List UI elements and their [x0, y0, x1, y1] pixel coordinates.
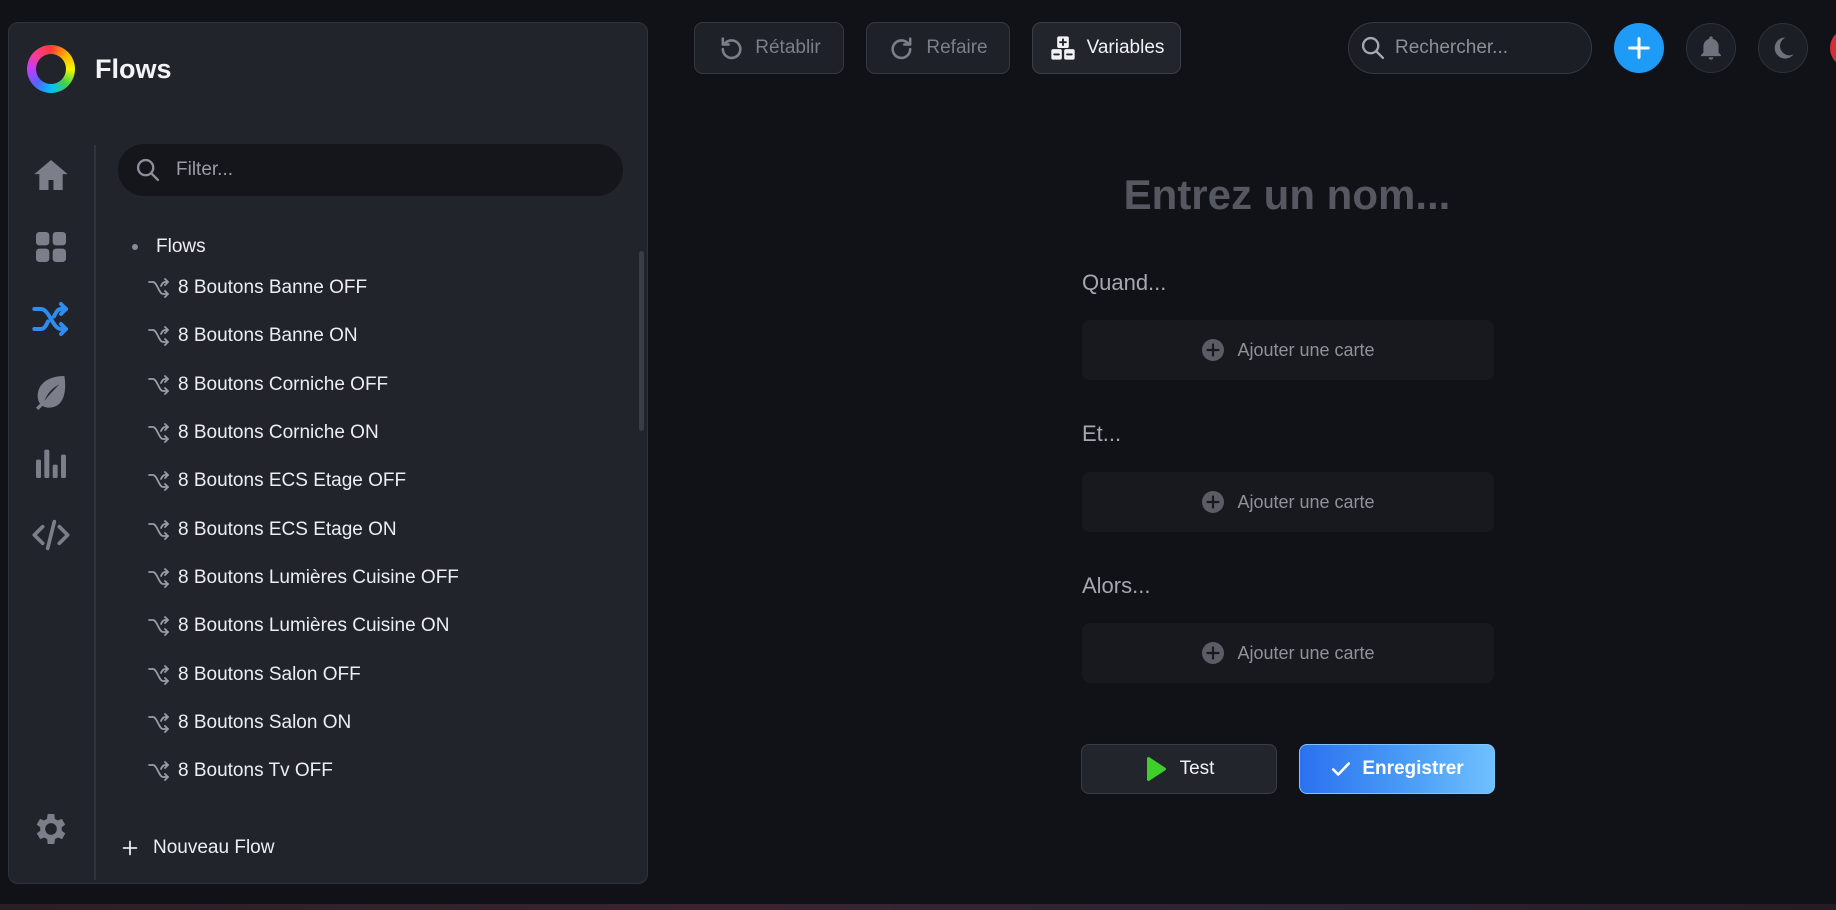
app-logo — [27, 45, 75, 93]
flow-tree: Flows 8 Boutons Banne OFF 8 Boutons Banne… — [120, 230, 620, 795]
flow-list-item[interactable]: 8 Boutons Banne ON — [120, 312, 620, 360]
bell-icon — [1701, 36, 1721, 60]
add-button[interactable] — [1614, 23, 1664, 73]
flow-icon — [148, 471, 169, 492]
bottom-strip — [0, 904, 1836, 910]
flow-icon — [148, 278, 169, 299]
add-when-card-button[interactable]: Ajouter une carte — [1082, 320, 1494, 380]
brand: Flows — [27, 41, 172, 97]
flow-list-item-label: 8 Boutons ECS Etage ON — [178, 518, 397, 540]
rail-divider — [94, 145, 96, 880]
add-card-label: Ajouter une carte — [1237, 642, 1375, 663]
moon-icon — [1774, 37, 1794, 59]
undo-button[interactable]: Rétablir — [694, 22, 844, 74]
avatar[interactable] — [1830, 28, 1836, 68]
new-flow-label: Nouveau Flow — [153, 837, 275, 858]
flow-list-item[interactable]: 8 Boutons ECS Etage ON — [120, 505, 620, 553]
flow-list-item-label: 8 Boutons Salon OFF — [178, 663, 361, 685]
devices-icon[interactable] — [29, 225, 73, 269]
flow-list-item[interactable]: 8 Boutons Banne OFF — [120, 264, 620, 312]
sidebar-panel: Flows Flows 8 Boutons Banne OFF8 Boutons… — [8, 22, 648, 884]
redo-button[interactable]: Refaire — [866, 22, 1010, 74]
insights-icon[interactable] — [29, 441, 73, 485]
flow-icon — [148, 423, 169, 443]
flow-list-item-label: 8 Boutons Banne ON — [178, 325, 358, 347]
flow-list-item-label: 8 Boutons Lumières Cuisine ON — [178, 615, 450, 637]
variables-button[interactable]: Variables — [1032, 22, 1181, 74]
plus-icon — [122, 840, 138, 856]
filter-field[interactable] — [118, 144, 623, 196]
developer-icon[interactable] — [29, 513, 73, 557]
redo-label: Refaire — [926, 37, 988, 58]
energy-icon[interactable] — [29, 369, 73, 413]
tree-root-flows[interactable]: Flows — [120, 230, 620, 264]
bullet-icon — [132, 244, 138, 250]
play-icon — [1146, 756, 1166, 781]
flow-list-item-label: 8 Boutons Corniche ON — [178, 422, 379, 444]
flow-list-item[interactable]: 8 Boutons Lumières Cuisine ON — [120, 602, 620, 650]
when-label: Quand... — [1082, 270, 1167, 295]
add-card-label: Ajouter une carte — [1237, 339, 1375, 360]
save-button[interactable]: Enregistrer — [1299, 744, 1495, 794]
flow-list-item[interactable]: 8 Boutons Salon OFF — [120, 650, 620, 698]
and-label: Et... — [1082, 421, 1122, 446]
flow-icon — [148, 519, 169, 540]
flow-list-item[interactable]: 8 Boutons Lumières Cuisine OFF — [120, 554, 620, 602]
flow-icon — [148, 568, 169, 588]
add-and-card-button[interactable]: Ajouter une carte — [1082, 472, 1494, 532]
gear-icon[interactable] — [29, 807, 73, 851]
add-card-label: Ajouter une carte — [1237, 491, 1375, 512]
flow-icon — [148, 374, 169, 395]
flow-list-item-label: 8 Boutons ECS Etage OFF — [178, 470, 407, 492]
variables-icon — [1050, 36, 1075, 60]
flow-list-item[interactable]: 8 Boutons Tv OFF — [120, 747, 620, 795]
search-input[interactable] — [1395, 37, 1585, 59]
search-icon — [1361, 36, 1385, 60]
flow-list-item[interactable]: 8 Boutons Salon ON — [120, 699, 620, 747]
flow-list-item[interactable]: 8 Boutons ECS Etage OFF — [120, 457, 620, 505]
save-label: Enregistrer — [1362, 758, 1464, 779]
tree-root-label: Flows — [156, 236, 206, 257]
then-label: Alors... — [1082, 573, 1151, 598]
flow-icon — [148, 616, 169, 637]
undo-icon — [721, 37, 742, 60]
search-icon — [136, 158, 160, 182]
flow-list-item-label: 8 Boutons Salon ON — [178, 711, 352, 733]
variables-label: Variables — [1086, 37, 1165, 58]
plus-circle-icon — [1202, 339, 1225, 361]
add-then-card-button[interactable]: Ajouter une carte — [1082, 623, 1494, 683]
flow-list-item-label: 8 Boutons Corniche OFF — [178, 373, 389, 395]
scrollbar[interactable] — [639, 251, 644, 431]
new-flow-button[interactable]: Nouveau Flow — [119, 831, 274, 865]
plus-circle-icon — [1202, 642, 1225, 664]
flow-list-item[interactable]: 8 Boutons Corniche OFF — [120, 361, 620, 409]
notifications-button[interactable] — [1686, 23, 1736, 73]
undo-label: Rétablir — [755, 37, 821, 58]
flow-icon — [148, 712, 169, 733]
search-field[interactable] — [1348, 22, 1592, 74]
redo-icon — [891, 37, 912, 60]
home-icon[interactable] — [29, 153, 73, 197]
check-icon — [1332, 762, 1351, 776]
page-title: Flows — [95, 53, 172, 84]
flows-icon[interactable] — [29, 297, 73, 341]
flow-list-item-label: 8 Boutons Lumières Cuisine OFF — [178, 566, 459, 588]
test-label: Test — [1179, 758, 1215, 779]
test-button[interactable]: Test — [1081, 744, 1277, 794]
filter-input[interactable] — [176, 159, 596, 181]
flow-list-item-label: 8 Boutons Banne OFF — [178, 277, 368, 299]
plus-circle-icon — [1202, 491, 1225, 513]
flow-name-input[interactable] — [1082, 166, 1492, 224]
plus-icon — [1628, 37, 1650, 59]
flow-icon — [148, 326, 169, 347]
flow-list: 8 Boutons Banne OFF 8 Boutons Banne ON 8 B… — [120, 264, 620, 795]
flow-icon — [148, 761, 169, 782]
flow-icon — [148, 664, 169, 685]
flow-list-item-label: 8 Boutons Tv OFF — [178, 760, 333, 782]
flow-list-item[interactable]: 8 Boutons Corniche ON — [120, 409, 620, 457]
theme-toggle-button[interactable] — [1758, 23, 1808, 73]
